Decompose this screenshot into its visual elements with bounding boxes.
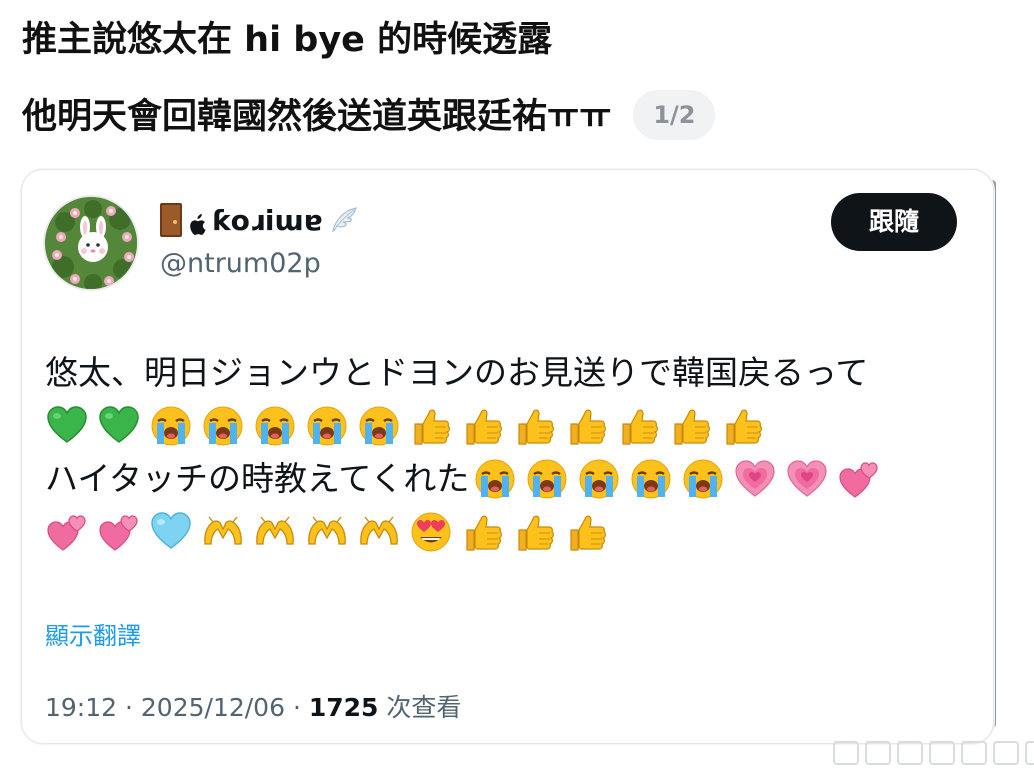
- display-name[interactable]: ƙoɹiɯɐ: [160, 200, 359, 240]
- loudly-crying-icon: [253, 404, 297, 448]
- loudly-crying-icon: [357, 404, 401, 448]
- tweet-text: 悠太、明日ジョンウとドヨンのお見送りで韓国戻るって ハイタッチの時教えてくれた: [45, 346, 975, 558]
- green-heart-icon: [97, 404, 141, 448]
- tweet-text-line-1: 悠太、明日ジョンウとドヨンのお見送りで韓国戻るって: [45, 353, 869, 392]
- loudly-crying-icon: [629, 457, 673, 501]
- watermark-glyph: [897, 741, 923, 765]
- meta-separator: ·: [292, 693, 301, 722]
- embedded-tweet-card[interactable]: ƙoɹiɯɐ @ntrum02p 跟隨 悠太、明日ジョンウとドヨンのお見送りで韓…: [21, 169, 994, 744]
- tweet-meta: 19:12 · 2025/12/06 · 1725 次查看: [45, 688, 461, 724]
- two-hearts-icon: [97, 510, 141, 554]
- meta-separator: ·: [125, 693, 133, 722]
- watermark-glyph: [993, 741, 1019, 765]
- post-caption: 推主說悠太在 hi bye 的時候透露 他明天會回韓國然後送道英跟廷祐ㅠㅠ 1/2: [22, 18, 1012, 140]
- heart-hands-icon: [201, 510, 245, 554]
- thumbs-up-icon: [565, 510, 609, 554]
- thumbs-up-icon: [409, 404, 453, 448]
- loudly-crying-icon: [201, 404, 245, 448]
- tweet-emoji-row-1: [45, 399, 975, 452]
- caption-line-1: 推主說悠太在 hi bye 的時候透露: [22, 20, 553, 60]
- user-handle[interactable]: @ntrum02p: [160, 248, 321, 279]
- watermark-glyph: [1025, 741, 1034, 765]
- thumbs-up-icon: [461, 404, 505, 448]
- loudly-crying-icon: [305, 404, 349, 448]
- door-icon: [160, 203, 182, 237]
- tweet-text-line-2-text: ハイタッチの時教えてくれた: [45, 459, 470, 498]
- thumbs-up-icon: [461, 510, 505, 554]
- thumbs-up-icon: [513, 510, 557, 554]
- show-translation-link[interactable]: 顯示翻譯: [45, 616, 141, 651]
- two-hearts-icon: [837, 457, 881, 501]
- thumbs-up-icon: [721, 404, 765, 448]
- thumbs-up-icon: [513, 404, 557, 448]
- watermark: [833, 741, 1034, 765]
- tweet-emoji-row-3: [45, 505, 975, 558]
- caption-line-2: 他明天會回韓國然後送道英跟廷祐ㅠㅠ 1/2: [22, 90, 1012, 140]
- heart-hands-icon: [305, 510, 349, 554]
- avatar[interactable]: [43, 195, 139, 291]
- watermark-glyph: [929, 741, 955, 765]
- tweet-date[interactable]: 2025/12/06: [141, 693, 285, 722]
- thumbs-up-icon: [565, 404, 609, 448]
- loudly-crying-icon: [525, 457, 569, 501]
- loudly-crying-icon: [149, 404, 193, 448]
- views-count: 1725: [308, 693, 379, 722]
- follow-button[interactable]: 跟隨: [831, 193, 957, 251]
- views-label: 次查看: [386, 693, 462, 722]
- growing-heart-icon: [733, 457, 777, 501]
- watermark-glyph: [961, 741, 987, 765]
- heart-hands-icon: [357, 510, 401, 554]
- two-hearts-icon: [45, 510, 89, 554]
- loudly-crying-icon: [473, 457, 517, 501]
- image-page-indicator[interactable]: 1/2: [633, 90, 716, 140]
- watermark-glyph: [865, 741, 891, 765]
- tweet-text-line-2: ハイタッチの時教えてくれた: [45, 452, 975, 505]
- tweet-emoji-row-2: [473, 457, 889, 501]
- thumbs-up-icon: [617, 404, 661, 448]
- apple-icon: [188, 210, 206, 235]
- light-blue-heart-icon: [149, 510, 193, 554]
- growing-heart-icon: [785, 457, 829, 501]
- caption-line-2-text: 他明天會回韓國然後送道英跟廷祐ㅠㅠ: [22, 97, 612, 137]
- loudly-crying-icon: [577, 457, 621, 501]
- thumbs-up-icon: [669, 404, 713, 448]
- green-heart-icon: [45, 404, 89, 448]
- display-name-text: ƙoɹiɯɐ: [212, 203, 323, 237]
- heart-hands-icon: [253, 510, 297, 554]
- heart-eyes-icon: [409, 510, 453, 554]
- avatar-image: [45, 197, 137, 289]
- tweet-time[interactable]: 19:12: [45, 693, 117, 722]
- wing-icon: [329, 205, 359, 235]
- loudly-crying-icon: [681, 457, 725, 501]
- watermark-glyph: [833, 741, 859, 765]
